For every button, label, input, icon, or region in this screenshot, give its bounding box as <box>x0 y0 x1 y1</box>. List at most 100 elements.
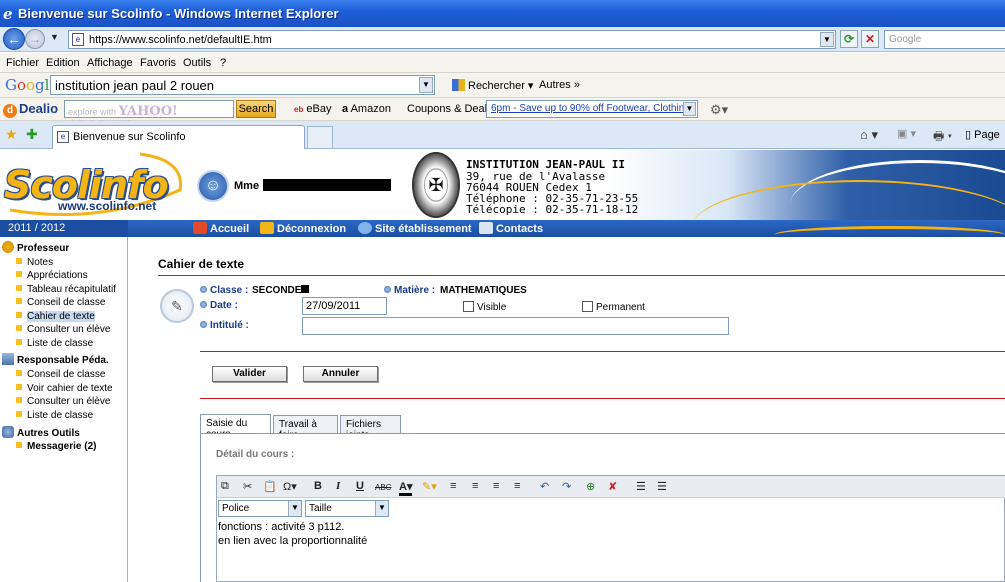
align-right-icon[interactable]: ≡ <box>493 480 499 492</box>
yahoo-placeholder: explore with <box>68 107 117 117</box>
google-more-button[interactable]: Autres » <box>539 79 580 91</box>
matiere-value: MATHEMATIQUES <box>440 285 527 296</box>
sidebar-item-notes[interactable]: Notes <box>16 257 53 268</box>
classe-value-text: SECONDE <box>252 285 302 296</box>
sidebar-item-cahier[interactable]: Cahier de texte <box>16 311 95 322</box>
align-left-icon[interactable]: ≡ <box>450 480 456 492</box>
sidebar-item-appreciations[interactable]: Appréciations <box>16 270 88 281</box>
yahoo-search-input[interactable]: explore with YAHOO! SEARCH <box>64 100 234 134</box>
highlight-icon[interactable]: ✎▾ <box>422 480 437 493</box>
menu-edition[interactable]: Edition <box>46 57 80 69</box>
menu-help[interactable]: ? <box>220 57 226 69</box>
cut-icon[interactable]: ✂ <box>243 480 252 493</box>
print-icon[interactable]: 🖶 ▾ <box>933 127 952 148</box>
logout-icon <box>260 222 274 234</box>
add-favorite-icon[interactable]: ✚ <box>26 126 38 143</box>
underline-icon[interactable]: U <box>356 480 364 492</box>
classe-value: SECONDE <box>252 285 310 296</box>
deal-text: 6pm - Save up to 90% off Footwear, Cloth… <box>491 103 693 114</box>
nav-deconnexion-label: Déconnexion <box>277 223 347 235</box>
menu-favoris[interactable]: Favoris <box>140 57 176 69</box>
menu-fichier[interactable]: Fichier <box>6 57 39 69</box>
strikethrough-icon[interactable]: ABC <box>375 483 391 492</box>
text-color-icon[interactable]: A▾ <box>399 480 413 496</box>
permanent-checkbox[interactable] <box>582 301 593 312</box>
nav-deconnexion[interactable]: Déconnexion <box>260 222 346 235</box>
dealio-logo-text: Dealio <box>19 101 59 116</box>
tab-scolinfo[interactable]: e Bienvenue sur Scolinfo <box>52 125 305 149</box>
back-button[interactable]: ← <box>3 28 25 50</box>
bullet-list-icon[interactable]: ☰ <box>657 480 667 493</box>
home-icon[interactable]: ⌂ ▾ <box>860 127 878 143</box>
chevron-down-icon[interactable]: ▼ <box>683 102 696 116</box>
google-toolbar-input[interactable]: institution jean paul 2 rouen ▼ <box>50 75 435 95</box>
coupons-link[interactable]: Coupons & Deals <box>407 103 493 115</box>
link-icon[interactable]: ⊕ <box>586 480 595 493</box>
unlink-icon[interactable]: ✘ <box>608 480 617 493</box>
sidebar-item-resp-consulter[interactable]: Consulter un élève <box>16 396 110 407</box>
nav-contacts[interactable]: Contacts <box>479 222 543 235</box>
address-dropdown-icon[interactable]: ▼ <box>820 32 834 47</box>
ie-logo-icon: e <box>3 5 13 23</box>
visible-checkbox[interactable] <box>463 301 474 312</box>
intitule-label: Intitulé : <box>200 320 249 331</box>
feed-icon[interactable]: ▣ ▾ <box>897 127 916 140</box>
sidebar-item-resp-conseil[interactable]: Conseil de classe <box>16 369 105 380</box>
google-search-button[interactable]: Rechercher ▾ <box>452 79 533 92</box>
page-title: Cahier de texte <box>158 257 245 271</box>
valider-button[interactable]: Valider <box>212 366 287 382</box>
favorites-star-icon[interactable]: ★ <box>5 126 18 143</box>
amazon-link[interactable]: a Amazon <box>342 103 391 115</box>
new-tab-button[interactable] <box>307 126 333 148</box>
page-icon: e <box>57 131 69 143</box>
sidebar-item-liste[interactable]: Liste de classe <box>16 338 93 349</box>
redo-icon[interactable]: ↷ <box>562 480 571 493</box>
deal-dropdown[interactable]: 6pm - Save up to 90% off Footwear, Cloth… <box>486 100 698 118</box>
sidebar-item-resp-liste[interactable]: Liste de classe <box>16 410 93 421</box>
yahoo-search-button[interactable]: Search <box>236 100 276 118</box>
page-menu[interactable]: ▯ Page <box>965 128 1000 141</box>
sidebar-item-consulter[interactable]: Consulter un élève <box>16 324 110 335</box>
chevron-down-icon[interactable]: ▼ <box>375 501 388 516</box>
undo-icon[interactable]: ↶ <box>540 480 549 493</box>
numbered-list-icon[interactable]: ☰ <box>636 480 646 493</box>
sidebar-item-conseil[interactable]: Conseil de classe <box>16 297 105 308</box>
date-input[interactable]: 27/09/2011 <box>302 297 387 315</box>
page-icon: e <box>72 33 84 46</box>
tools-icon <box>2 426 14 438</box>
paste-icon[interactable]: 📋 <box>263 480 277 493</box>
justify-icon[interactable]: ≡ <box>514 480 520 492</box>
annuler-button[interactable]: Annuler <box>303 366 378 382</box>
sidebar-item-messagerie[interactable]: Messagerie (2) <box>16 441 96 452</box>
google-search-input[interactable]: Google <box>884 30 1005 49</box>
gear-icon[interactable]: ⚙▾ <box>710 102 728 118</box>
nav-site[interactable]: Site établissement <box>358 222 472 235</box>
menu-outils[interactable]: Outils <box>183 57 211 69</box>
tab-travail[interactable]: Travail à faire <box>273 415 338 441</box>
ebay-link[interactable]: eb eBay <box>294 103 331 115</box>
forward-button[interactable]: → <box>25 29 45 49</box>
align-center-icon[interactable]: ≡ <box>472 480 478 492</box>
chevron-down-icon[interactable]: ▼ <box>288 501 301 516</box>
menu-affichage[interactable]: Affichage <box>87 57 133 69</box>
bold-icon[interactable]: B <box>314 480 322 492</box>
nav-accueil[interactable]: Accueil <box>193 222 249 235</box>
intitule-input[interactable] <box>302 317 729 335</box>
date-label: Date : <box>200 300 238 311</box>
copy-icon[interactable]: ⧉ <box>221 480 229 493</box>
header-curve <box>774 226 1005 244</box>
italic-icon[interactable]: I <box>336 480 340 492</box>
size-select[interactable]: Taille ▼ <box>305 500 389 517</box>
sidebar-item-tableau[interactable]: Tableau récapitulatif <box>16 284 116 295</box>
tab-fichiers[interactable]: Fichiers joints <box>340 415 401 441</box>
address-input[interactable]: e https://www.scolinfo.net/defaultIE.htm… <box>68 30 836 49</box>
refresh-button[interactable]: ⟳ <box>840 30 858 48</box>
stop-button[interactable]: ✕ <box>861 30 879 48</box>
history-dropdown-icon[interactable]: ▼ <box>50 32 59 42</box>
tab-saisie-cours[interactable]: Saisie du cours <box>200 414 271 440</box>
sidebar-item-resp-cahier[interactable]: Voir cahier de texte <box>16 383 113 394</box>
font-select[interactable]: Police ▼ <box>218 500 302 517</box>
special-char-icon[interactable]: Ω▾ <box>283 480 297 493</box>
edit-form-icon: ✎ <box>160 289 194 323</box>
chevron-down-icon[interactable]: ▼ <box>419 77 433 93</box>
